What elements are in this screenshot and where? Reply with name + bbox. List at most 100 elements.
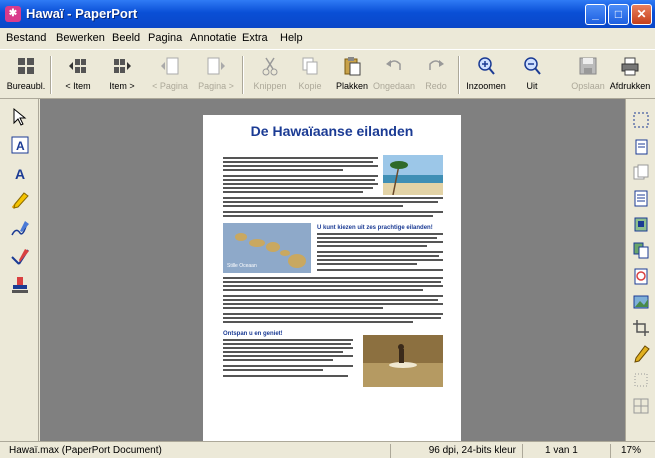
- status-file: Hawaï.max (PaperPort Document): [9, 445, 162, 456]
- next-page-icon: [207, 57, 225, 75]
- text-line: [223, 175, 378, 177]
- text-line: [317, 241, 443, 243]
- desktop-icon: [18, 58, 34, 74]
- maximize-button[interactable]: □: [608, 4, 629, 25]
- text-line: [223, 343, 351, 345]
- text-line: [223, 375, 348, 377]
- stamp-icon[interactable]: [10, 275, 30, 295]
- menu-extra[interactable]: Extra: [242, 32, 268, 44]
- status-resolution: 96 dpi, 24-bits kleur: [390, 444, 522, 458]
- text-line: [223, 307, 383, 309]
- status-bar: Hawaï.max (PaperPort Document) 96 dpi, 2…: [0, 441, 655, 458]
- text-line: [317, 259, 443, 261]
- page-add-icon[interactable]: [632, 137, 650, 155]
- zoom-out-label: Uit: [526, 81, 538, 91]
- text-line: [223, 179, 375, 181]
- pen-icon[interactable]: [632, 345, 650, 363]
- save-icon: [579, 57, 597, 75]
- text-line: [223, 321, 413, 323]
- window-title: Hawaï - PaperPort: [26, 6, 138, 21]
- text-line: [223, 289, 423, 291]
- document-title: De Hawaïaanse eilanden: [250, 123, 414, 139]
- text-line: [223, 303, 443, 305]
- text-line: [317, 245, 427, 247]
- minimize-button[interactable]: _: [585, 4, 606, 25]
- close-button[interactable]: ✕: [631, 4, 652, 25]
- text-line: [223, 347, 353, 349]
- crop-icon[interactable]: [632, 319, 650, 337]
- pointer-icon[interactable]: [10, 107, 30, 127]
- text-line: [223, 161, 373, 163]
- text-line: [223, 277, 443, 279]
- menu-help[interactable]: Help: [280, 32, 303, 44]
- text-box-icon[interactable]: A: [10, 135, 30, 155]
- copy-button[interactable]: Kopie: [288, 52, 332, 98]
- dotted-select-icon[interactable]: [632, 371, 650, 389]
- text-line: [223, 281, 441, 283]
- map-label: Stille Oceaan: [227, 263, 257, 269]
- next-page-button[interactable]: Pagina >: [194, 52, 238, 98]
- freehand-pen-icon[interactable]: [10, 219, 30, 239]
- menu-bar: Bestand Bewerken Beeld Pagina Annotatie …: [0, 28, 655, 48]
- page-insert-icon[interactable]: [632, 215, 650, 233]
- text-line: [317, 269, 443, 271]
- zoom-out-icon: [524, 57, 541, 75]
- text-line: [317, 237, 437, 239]
- prev-item-button[interactable]: < Item: [56, 52, 100, 98]
- text-line: [223, 313, 443, 315]
- page-replace-icon[interactable]: [632, 241, 650, 259]
- save-button[interactable]: Opslaan: [566, 52, 610, 98]
- menu-bewerken[interactable]: Bewerken: [56, 32, 105, 44]
- surfer-photo: [363, 335, 443, 387]
- text-line: [223, 355, 353, 357]
- prev-item-icon: [69, 59, 86, 73]
- text-line: [223, 351, 343, 353]
- text-line: [223, 183, 378, 185]
- section-heading-relax: Ontspan u en geniet!: [223, 331, 283, 337]
- page-stack-icon[interactable]: [632, 163, 650, 181]
- text-line: [317, 251, 443, 253]
- text-line: [223, 285, 443, 287]
- prev-page-button[interactable]: < Pagina: [148, 52, 192, 98]
- text-line: [223, 369, 323, 371]
- annotation-toolbar: A A: [0, 99, 39, 441]
- undo-button[interactable]: Ongedaan: [372, 52, 416, 98]
- text-line: [223, 191, 363, 193]
- next-item-button[interactable]: Item >: [100, 52, 144, 98]
- highlighter-icon[interactable]: [10, 191, 30, 211]
- text-line: [223, 187, 373, 189]
- status-zoom: 17%: [610, 444, 655, 458]
- text-line: [317, 255, 439, 257]
- document-page: De Hawaïaanse eilanden Stille Oceaan U k…: [203, 115, 461, 441]
- section-heading-islands: U kunt kiezen uit zes prachtige eilanden…: [317, 225, 433, 231]
- select-area-icon[interactable]: [632, 111, 650, 129]
- page-zoom-icon[interactable]: [632, 267, 650, 285]
- prev-page-icon: [161, 57, 179, 75]
- menu-beeld[interactable]: Beeld: [112, 32, 140, 44]
- menu-pagina[interactable]: Pagina: [148, 32, 182, 44]
- paste-button[interactable]: Plakken: [330, 52, 374, 98]
- zoom-out-button[interactable]: Uit: [510, 52, 554, 98]
- line-pen-icon[interactable]: [10, 247, 30, 267]
- document-viewer[interactable]: De Hawaïaanse eilanden Stille Oceaan U k…: [40, 99, 625, 441]
- print-button[interactable]: Afdrukken: [608, 52, 652, 98]
- beach-photo: [383, 155, 443, 195]
- text-icon[interactable]: A: [10, 163, 30, 183]
- photo-enhance-icon[interactable]: [632, 293, 650, 311]
- menu-bestand[interactable]: Bestand: [6, 32, 46, 44]
- desktop-label: Bureaubl.: [6, 81, 46, 91]
- title-bar: ✱ Hawaï - PaperPort _ □ ✕: [0, 0, 655, 28]
- text-line: [223, 169, 343, 171]
- text-line: [223, 317, 441, 319]
- desktop-button[interactable]: Bureaubl.: [4, 52, 48, 98]
- cut-button[interactable]: Knippen: [248, 52, 292, 98]
- svg-text:A: A: [16, 139, 25, 153]
- menu-annotatie[interactable]: Annotatie: [190, 32, 236, 44]
- zoom-in-button[interactable]: Inzoomen: [464, 52, 508, 98]
- grid-icon[interactable]: [632, 397, 650, 415]
- document-icon[interactable]: [632, 189, 650, 207]
- zoom-in-icon: [478, 57, 495, 75]
- redo-icon: [429, 60, 444, 70]
- redo-button[interactable]: Redo: [414, 52, 458, 98]
- toolbar: Bureaubl. < Item Item > < Pagina Pagina …: [0, 49, 655, 99]
